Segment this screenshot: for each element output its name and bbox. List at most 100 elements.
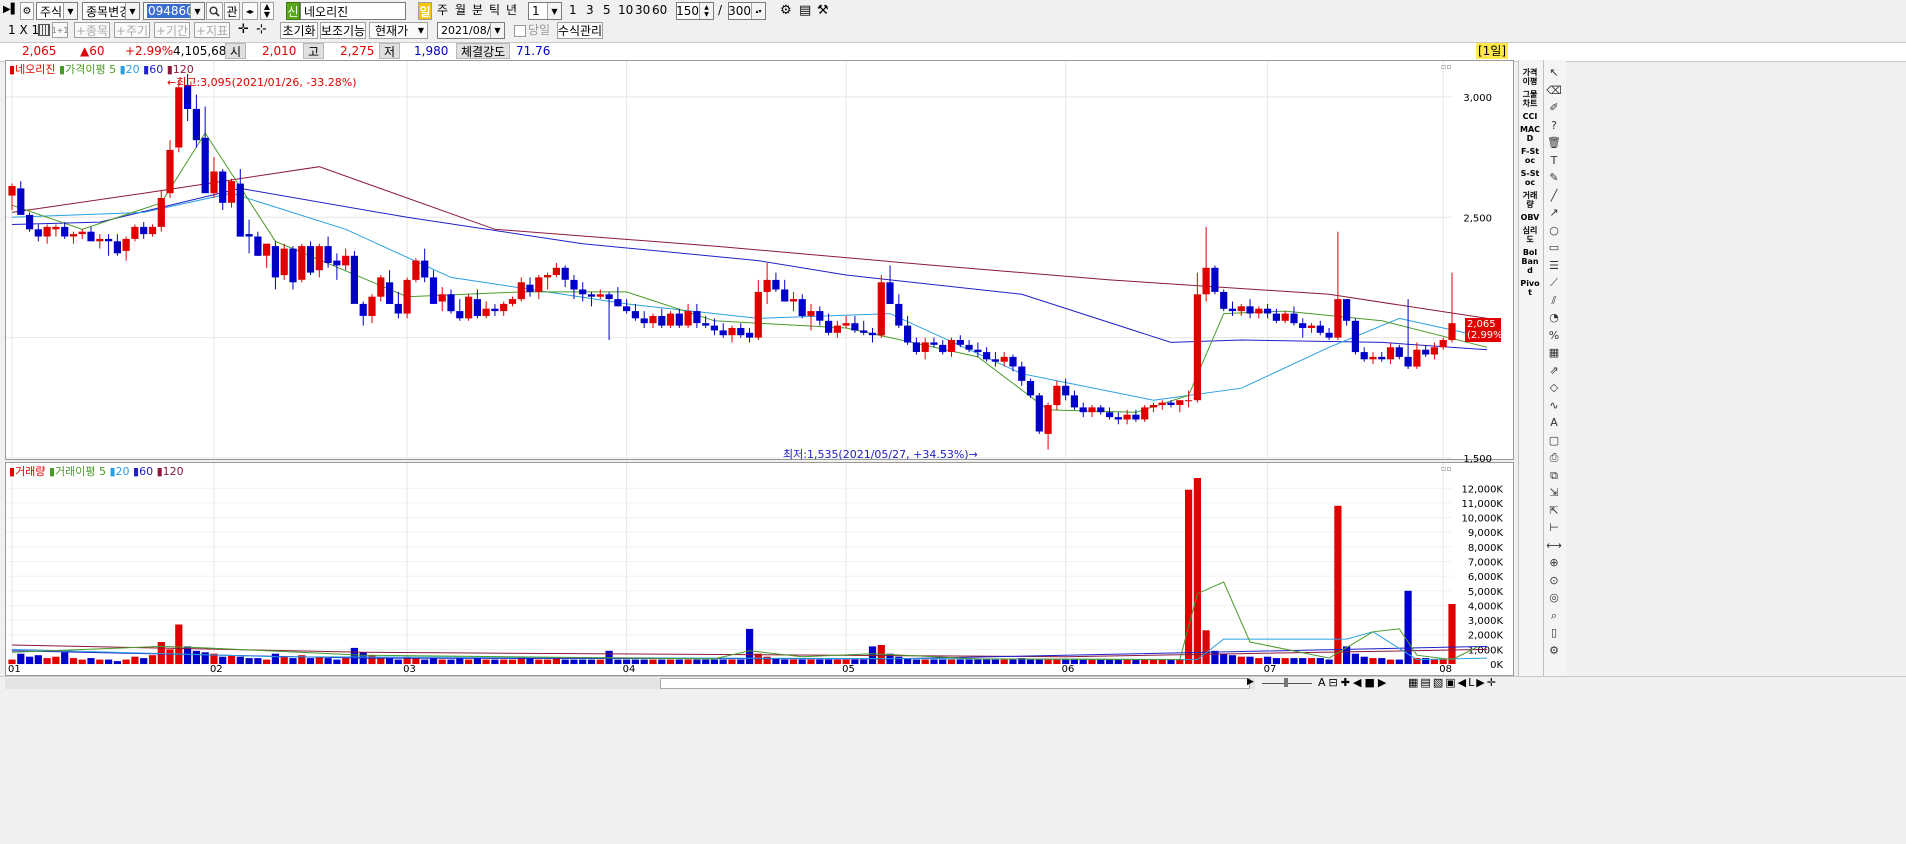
grid-toggle-icon[interactable]: ▤ (1420, 676, 1432, 689)
pencil-icon[interactable]: ✎ (1543, 169, 1565, 187)
candle-body (69, 234, 78, 237)
cursor-icon[interactable]: ↖ (1543, 64, 1565, 82)
magnet-icon[interactable]: ✐ (1543, 99, 1565, 117)
shrink-icon[interactable]: ⇲ (1543, 484, 1565, 502)
percent-icon[interactable]: % (1543, 327, 1565, 345)
indicator-item[interactable]: CCI (1518, 110, 1542, 123)
volume-bar (640, 659, 648, 664)
rect-icon[interactable]: ▭ (1543, 239, 1565, 257)
volume-bar (1202, 630, 1210, 664)
candle-body (1220, 291, 1228, 309)
candle-body (78, 231, 86, 235)
candle-body (1325, 332, 1333, 338)
font-size-icon[interactable]: A (1318, 676, 1329, 689)
volume-bar (1395, 659, 1403, 664)
search-icon[interactable]: ⌕ (1543, 607, 1565, 625)
grid-lines-icon[interactable]: ▦ (1543, 344, 1565, 362)
ruler-icon[interactable]: ⊢ (1543, 519, 1565, 537)
volume-bar (1079, 659, 1087, 664)
fibonacci-icon[interactable]: ☰ (1543, 257, 1565, 275)
scroll-right-icon[interactable]: ▶ (1247, 677, 1254, 687)
scroll-thumb[interactable] (660, 678, 1250, 689)
volume-bar (912, 659, 920, 664)
volume-tick-label: 3,000K (1468, 616, 1504, 627)
volume-bar (1334, 505, 1342, 664)
settings-icon[interactable]: ⚙ (1543, 642, 1565, 660)
expand-icon[interactable]: ⇱ (1543, 502, 1565, 520)
text-icon[interactable]: T (1543, 152, 1565, 170)
arrow-icon[interactable]: ↗ (1543, 204, 1565, 222)
print-icon[interactable]: ⎙ (1543, 449, 1565, 467)
auto-icon[interactable]: A (1543, 414, 1565, 432)
volume-bar (1167, 659, 1175, 664)
indicator-list-items: 가격이평 그물차트 CCI MACD F-Stoc S-Stoc 거래량 OBV 심리도 Bol … (1518, 66, 1542, 299)
indicator-item[interactable]: F-Stoc (1518, 145, 1542, 167)
eraser-icon[interactable]: ⌫ (1543, 82, 1565, 100)
volume-bar (386, 658, 394, 664)
x-tick-label: 05 (842, 664, 855, 675)
candle-body (52, 226, 60, 230)
candle-body (1185, 400, 1193, 402)
indicator-item[interactable]: Pivot (1518, 277, 1542, 299)
candle-body (245, 234, 253, 237)
scroll-start-icon[interactable]: ◀ (1458, 676, 1468, 689)
volume-bar (105, 659, 113, 664)
trend-icon[interactable]: ⇗ (1543, 362, 1565, 380)
help-icon[interactable]: ? (1543, 117, 1565, 135)
last-data-icon[interactable]: L (1468, 676, 1476, 689)
candle-body (587, 294, 596, 297)
volume-bar (939, 659, 947, 664)
volume-bar (113, 661, 121, 664)
indicator-item[interactable]: 거래량 (1518, 189, 1542, 211)
cycle-icon[interactable]: ◔ (1543, 309, 1565, 327)
zoom-out-icon[interactable]: ⊟ (1329, 676, 1341, 689)
candle-body (43, 226, 51, 237)
panel-minimize-icon[interactable]: ▫▫ (1441, 62, 1452, 71)
lock-icon[interactable]: ▣ (1445, 676, 1457, 689)
target-icon[interactable]: ◎ (1543, 589, 1565, 607)
candle-body (500, 303, 508, 312)
wave-icon[interactable]: ∿ (1543, 397, 1565, 415)
play-icon[interactable]: ▶ (1378, 676, 1389, 689)
candle-body (386, 282, 394, 304)
chart-canvas[interactable]: 01 02 03 04 05 06 07 081,5002,5003,0000K1,000K2… (0, 0, 1520, 680)
indicator-item[interactable]: 심리도 (1518, 224, 1542, 246)
panel-minimize-icon[interactable]: ▫▫ (1441, 464, 1452, 473)
stop-icon[interactable]: ■ (1364, 676, 1377, 689)
measure-icon[interactable]: ⟷ (1543, 537, 1565, 555)
copy-icon[interactable]: ⧉ (1543, 467, 1565, 485)
scroll-end-icon[interactable]: ▶ (1476, 676, 1486, 689)
candle-body (526, 284, 534, 292)
zoom-in-icon[interactable]: ✚ (1341, 676, 1353, 689)
zoom-slider-thumb[interactable] (1284, 678, 1288, 687)
volume-bar (1000, 659, 1008, 664)
magnify-icon[interactable]: ⊙ (1543, 572, 1565, 590)
circle-icon[interactable]: ○ (1543, 222, 1565, 240)
indicator-item[interactable]: MACD (1518, 123, 1542, 145)
volume-bar (544, 659, 552, 664)
fit-icon[interactable]: ✛ (1487, 676, 1498, 689)
candle-body (596, 294, 604, 297)
candle-body (1264, 308, 1272, 314)
zoom-icon[interactable]: ⊕ (1543, 554, 1565, 572)
indicator-item[interactable]: S-Stoc (1518, 167, 1542, 189)
indicator-item[interactable]: 가격이평 (1518, 66, 1542, 88)
indicator-item[interactable]: OBV (1518, 211, 1542, 224)
pattern-icon[interactable]: ◇ (1543, 379, 1565, 397)
fan-icon[interactable]: ⟋ (1543, 274, 1565, 292)
chart-type-icon[interactable]: ▦ (1408, 676, 1420, 689)
channel-icon[interactable]: ⫽ (1543, 292, 1565, 310)
volume-bar (438, 659, 446, 664)
candle-body (96, 238, 104, 242)
compare-icon[interactable]: ▧ (1433, 676, 1445, 689)
line-icon[interactable]: ╱ (1543, 187, 1565, 205)
volume-bar (508, 659, 517, 664)
trash-icon[interactable]: 🗑 (1543, 134, 1565, 152)
indicator-item[interactable]: Bol Band (1518, 246, 1542, 277)
play-back-icon[interactable]: ◀ (1353, 676, 1364, 689)
indicator-item[interactable]: 그물차트 (1518, 88, 1542, 110)
candle-body (1316, 325, 1324, 333)
doc-icon[interactable]: ▯ (1543, 624, 1565, 642)
candle-body (1281, 313, 1289, 321)
window-icon[interactable]: ▢ (1543, 432, 1565, 450)
